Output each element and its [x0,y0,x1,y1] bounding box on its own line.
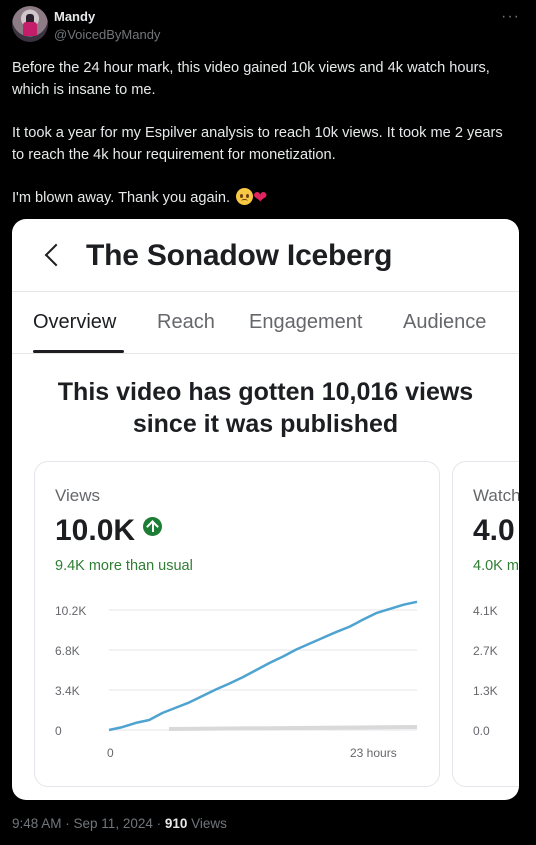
typical-range-band [168,725,418,731]
views-series-line [108,600,418,732]
y-tick-label: 0.0 [473,724,490,738]
watch-time-metric-card[interactable]: Watch 4.0 4.0K m 4.1K 2.7K 1.3K 0.0 [452,461,519,787]
views-label: Views [191,816,227,831]
divider [12,353,519,354]
divider [12,291,519,292]
x-tick-label: 0 [107,746,114,760]
timestamp[interactable]: 9:48 AM · Sep 11, 2024 · [12,816,161,831]
red-heart-emoji-icon: ❤ [253,188,268,207]
author-handle[interactable]: @VoicedByMandy [54,27,160,42]
tab-engagement[interactable]: Engagement [249,311,362,334]
tweet-paragraph-text: I'm blown away. Thank you again. [12,190,231,206]
author-name[interactable]: Mandy [54,9,95,24]
tweet-paragraph: It took a year for my Espilver analysis … [12,125,503,163]
metric-comparison: 4.0K m [473,558,519,574]
headline-line-1: This video has gotten 10,016 views [57,378,474,406]
tweet-paragraph: Before the 24 hour mark, this video gain… [12,60,490,98]
video-title: The Sonadow Iceberg [86,239,393,272]
tweet-header: Mandy @VoicedByMandy ··· [12,6,524,46]
views-line-chart [108,600,418,732]
metric-label: Watch [473,486,519,505]
tweet-paragraph: I'm blown away. Thank you again. ❤ [12,187,512,209]
teary-face-emoji-icon [236,188,254,205]
tweet-meta: 9:48 AM · Sep 11, 2024 · 910 Views [12,816,227,831]
tab-bar: Overview Reach Engagement Audience [12,311,519,351]
y-tick-label: 2.7K [473,644,498,658]
tweet-text: Before the 24 hour mark, this video gain… [12,57,512,230]
view-count: 910 [164,816,188,831]
tab-overview[interactable]: Overview [33,311,116,334]
media-screenshot-card[interactable]: The Sonadow Iceberg Overview Reach Engag… [12,219,519,800]
x-tick-label: 23 hours [350,746,397,760]
views-metric-card[interactable]: Views 10.0K 9.4K more than usual 10.2K 6… [34,461,440,787]
tab-audience[interactable]: Audience [403,311,486,334]
headline-line-2: since it was published [132,410,399,438]
chevron-left-icon[interactable] [42,241,62,269]
ellipsis-icon[interactable]: ··· [501,8,520,26]
metric-value: 4.0 [473,514,515,547]
y-tick-label: 1.3K [473,684,498,698]
y-tick-label: 4.1K [473,604,498,618]
tab-reach[interactable]: Reach [157,311,215,334]
avatar[interactable] [12,6,48,42]
views-headline: This video has gotten 10,016 views since… [12,376,519,440]
